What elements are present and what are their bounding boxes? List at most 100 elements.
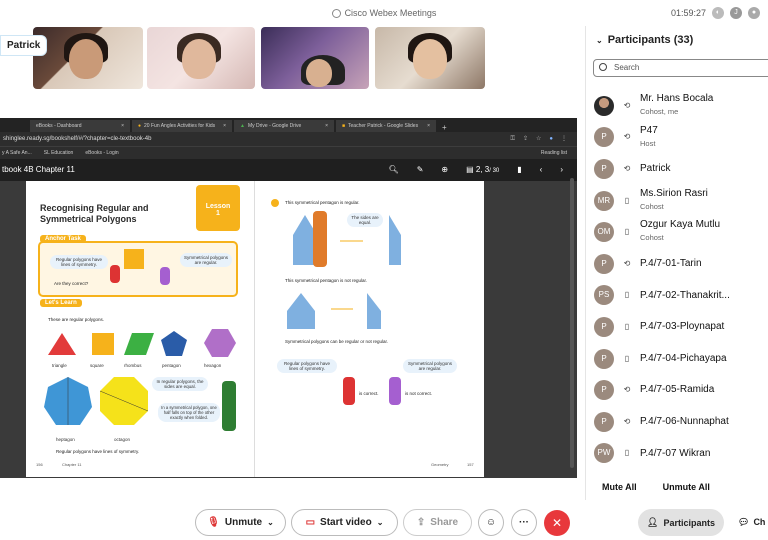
lesson-number: 1	[216, 210, 220, 217]
chat-icon: 💬︎	[738, 517, 750, 527]
participant-row[interactable]: P ▯ P.4/7-04-Pichayapa	[586, 343, 768, 375]
bookmark[interactable]: SL Education	[44, 147, 74, 159]
avatar: P	[594, 348, 614, 369]
share-label: Share	[430, 517, 459, 528]
answer-text: is correct.	[359, 391, 379, 396]
leave-meeting-button[interactable]: ✕	[544, 510, 570, 536]
right-page: This symmetrical pentagon is regular. Th…	[255, 181, 484, 477]
irregular-pentagon-svg	[287, 293, 381, 329]
status-icon[interactable]: ◐	[712, 7, 724, 19]
more-button[interactable]: ···	[511, 509, 537, 536]
heptagon-octagon-svg	[44, 377, 149, 425]
menu-icon[interactable]: ⋮	[561, 132, 567, 146]
shape-label: pentagon	[162, 363, 181, 368]
participants-button[interactable]: 👤︎ Participants	[638, 509, 724, 536]
mute-all-button[interactable]: Mute All	[602, 482, 637, 492]
video-thumbnail[interactable]	[147, 27, 255, 89]
chevron-down-icon[interactable]: ⌄	[596, 36, 603, 45]
participant-row[interactable]: PW ▯ P.4/7-07 Wikran	[586, 438, 768, 470]
chevron-down-icon[interactable]: ⌄	[377, 518, 384, 527]
browser-tab[interactable]: ● 20 Fun Angles Activities for Kids ×	[132, 120, 232, 132]
phone-icon: ▯	[624, 448, 630, 458]
search-icon[interactable]: 🔍︎	[389, 159, 399, 181]
close-icon[interactable]: ×	[427, 120, 430, 132]
url-text: shinglee.ready.sg/bookshelf/#/?chapter=c…	[3, 136, 152, 142]
shape-label: heptagon	[56, 437, 75, 442]
participant-row[interactable]: PS ▯ P.4/7-02-Thanakrit...	[586, 280, 768, 312]
participant-role: Cohost, me	[640, 107, 679, 116]
close-icon[interactable]: ×	[223, 120, 226, 132]
participant-row[interactable]: OM ▯ Ozgur Kaya Mutlu Cohost	[586, 216, 768, 248]
next-page-icon[interactable]: ›	[560, 159, 563, 181]
annotate-icon[interactable]: ✎	[417, 159, 424, 181]
video-thumbnail[interactable]	[261, 27, 369, 89]
avatar	[594, 95, 614, 116]
chevron-down-icon[interactable]: ⌄	[267, 518, 274, 527]
drive-icon: ▲	[240, 123, 245, 129]
participant-row[interactable]: P ⟲ Patrick	[586, 153, 768, 185]
bookmark[interactable]: eBooks - Login	[85, 147, 118, 159]
phone-icon: ▯	[624, 353, 630, 363]
participant-row[interactable]: P ⟲ P.4/7-06-Nunnaphat	[586, 406, 768, 438]
user-avatar[interactable]: J	[730, 7, 742, 19]
share-button[interactable]: ⇪ Share	[403, 509, 472, 536]
smiley-icon: ☺	[485, 517, 497, 528]
bookmark[interactable]: y A Safe An...	[2, 147, 32, 159]
extension-icon[interactable]: ●	[549, 132, 553, 146]
avatar: P	[594, 380, 614, 401]
avatar: P	[594, 253, 614, 274]
video-off-icon: ▭	[305, 517, 316, 528]
step-text: These are regular polygons.	[48, 317, 105, 322]
participant-row[interactable]: P ▯ P.4/7-03-Ploynapat	[586, 311, 768, 343]
close-icon[interactable]: ×	[325, 120, 328, 132]
unmute-all-button[interactable]: Unmute All	[663, 482, 710, 492]
participant-row[interactable]: P ⟲ P47 Host	[586, 122, 768, 154]
video-thumbnail[interactable]	[375, 27, 485, 89]
close-icon[interactable]: ×	[121, 120, 124, 132]
pages-icon: ▤	[466, 164, 476, 174]
tab-label: Teacher Patrick - Google Slides	[348, 123, 419, 129]
unmute-button[interactable]: 🎙︎ Unmute ⌄	[195, 509, 286, 536]
speech-bubble: The sides are equal.	[347, 213, 383, 227]
square-shape	[92, 333, 114, 355]
page-total: / 30	[489, 167, 500, 174]
key-icon[interactable]: ⚿	[510, 132, 515, 146]
prev-page-icon[interactable]: ‹	[540, 159, 543, 181]
anchor-task-box: Regular polygons have lines of symmetry.…	[38, 241, 238, 297]
video-thumbnail[interactable]	[33, 27, 143, 89]
participants-label: Participants	[663, 517, 715, 528]
participant-name: P.4/7-06-Nunnaphat	[640, 415, 729, 427]
speech-bubble: Symmetrical polygons are regular.	[403, 359, 457, 373]
share-icon[interactable]: ⇪	[523, 132, 528, 146]
reading-list[interactable]: Reading list	[541, 147, 577, 159]
triangle-shape	[48, 333, 76, 355]
new-tab-icon[interactable]: +	[438, 123, 451, 132]
search-input[interactable]: Search	[593, 59, 768, 77]
browser-tab[interactable]: eBooks - Dashboard ×	[30, 120, 130, 132]
browser-tab[interactable]: ■ Teacher Patrick - Google Slides ×	[336, 120, 436, 132]
chat-button[interactable]: 💬︎ Ch	[738, 509, 765, 536]
tab-label: My Drive - Google Drive	[247, 123, 302, 129]
address-bar[interactable]: shinglee.ready.sg/bookshelf/#/?chapter=c…	[0, 132, 577, 146]
star-icon[interactable]: ☆	[536, 132, 541, 146]
caption-text: Regular polygons have lines of symmetry.	[56, 449, 140, 454]
page-number: 157	[467, 462, 474, 467]
bookmark-icon[interactable]: ▮	[517, 159, 521, 181]
participant-row[interactable]: ⟲ Mr. Hans Bocala Cohost, me	[586, 90, 768, 122]
participant-name: P47	[640, 124, 658, 136]
title-line: Symmetrical Polygons	[40, 214, 137, 224]
participant-row[interactable]: MR ▯ Ms.Sirion Rasri Cohost	[586, 185, 768, 217]
sync-icon: ⟲	[623, 163, 631, 173]
settings-icon[interactable]: ●	[748, 7, 760, 19]
step-text: Symmetrical polygons can be regular or n…	[285, 339, 389, 344]
panel-header[interactable]: ⌄ Participants (33)	[586, 26, 768, 46]
scrollbar[interactable]	[570, 178, 574, 468]
question-text: Are they correct?	[54, 281, 89, 286]
participant-row[interactable]: P ⟲ P.4/7-01-Tarin	[586, 248, 768, 280]
reactions-button[interactable]: ☺	[478, 509, 504, 536]
start-video-label: Start video	[320, 517, 372, 528]
browser-tab[interactable]: ▲ My Drive - Google Drive ×	[234, 120, 334, 132]
zoom-icon[interactable]: ⊕	[441, 159, 448, 181]
participant-row[interactable]: P ⟲ P.4/7-05-Ramida	[586, 374, 768, 406]
start-video-button[interactable]: ▭ Start video ⌄	[291, 509, 398, 536]
